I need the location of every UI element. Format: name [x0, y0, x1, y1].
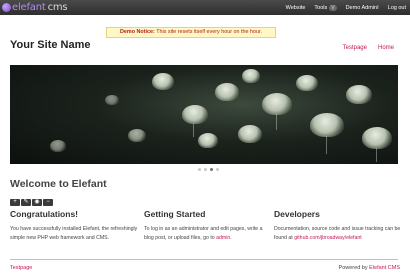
footer-link-testpage[interactable]: Testpage	[10, 265, 32, 271]
site-name[interactable]: Your Site Name	[10, 39, 91, 51]
main-nav: Testpage Home	[343, 45, 394, 51]
column-getting-started: Getting Started To log in as an administ…	[144, 209, 270, 242]
demo-notice-label: Demo Notice:	[120, 29, 155, 35]
logo-suffix: cms	[47, 2, 68, 13]
powered-by-label: Powered by	[338, 265, 368, 271]
footer-powered-by: Powered by Elefant CMS	[339, 265, 400, 271]
jellyfish-shape	[238, 125, 262, 143]
admin-nav: Website Tools V Demo AdminI Log out	[286, 4, 406, 11]
jellyfish-tentacle	[276, 114, 277, 130]
jellyfish-shape	[105, 95, 119, 105]
block-edit-toolbar: + ✎ ◉ −	[10, 199, 53, 206]
jellyfish-shape	[346, 85, 372, 104]
column-text: Documentation, source code and issue tra…	[274, 225, 402, 242]
hero-slider-image[interactable]	[10, 65, 398, 164]
plus-icon[interactable]: +	[10, 199, 20, 206]
column-text: To log in as an administrator and edit p…	[144, 225, 270, 242]
column-text: You have successfully installed Elefant,…	[10, 226, 138, 241]
column-title: Getting Started	[144, 209, 206, 219]
jellyfish-shape	[50, 140, 66, 152]
demo-notice: Demo Notice: This site resets itself eve…	[106, 27, 276, 38]
slider-dots	[198, 168, 219, 171]
admin-bar: elefant cms Website Tools V Demo AdminI Lo…	[0, 0, 410, 15]
column-congratulations: Congratulations! You have successfully i…	[10, 209, 140, 242]
slider-dot-active[interactable]	[210, 168, 213, 171]
column-text-end: .	[230, 234, 232, 241]
demo-notice-text: This site resets itself every hour on th…	[156, 29, 262, 35]
elefant-logo[interactable]: elefant cms	[2, 0, 68, 15]
jellyfish-tentacle	[376, 148, 377, 162]
nav-link-testpage[interactable]: Testpage	[343, 45, 367, 51]
jellyfish-shape	[296, 75, 318, 91]
elefant-cms-link[interactable]: Elefant CMS	[369, 265, 400, 271]
admin-link-website[interactable]: Website	[286, 5, 306, 11]
admin-user-name: Demo Admin	[345, 4, 378, 11]
column-text-body: To log in as an administrator and edit p…	[144, 226, 263, 241]
jellyfish-tentacle	[193, 123, 194, 137]
jellyfish-shape	[310, 113, 344, 137]
jellyfish-shape	[198, 133, 218, 148]
logo-text: elefant	[12, 2, 46, 13]
nav-link-home[interactable]: Home	[378, 45, 394, 51]
column-title: Congratulations!	[10, 209, 78, 219]
tools-badge: V	[329, 4, 337, 11]
jellyfish-shape	[362, 127, 392, 149]
jellyfish-photo-icon	[152, 73, 174, 90]
admin-user-suffix: I	[377, 4, 379, 11]
admin-link-tools[interactable]: Tools V	[314, 4, 337, 11]
jellyfish-tentacle	[326, 136, 327, 154]
slider-dot[interactable]	[198, 168, 201, 171]
jellyfish-shape	[182, 105, 208, 124]
admin-link-tools-label: Tools	[314, 4, 328, 11]
github-link[interactable]: github.com/jbroadway/elefant	[294, 235, 361, 241]
footer-divider	[10, 259, 398, 260]
eye-icon[interactable]: ◉	[32, 199, 42, 206]
jellyfish-shape	[215, 83, 239, 101]
column-title: Developers	[274, 209, 320, 219]
jellyfish-shape	[242, 69, 260, 83]
pencil-icon[interactable]: ✎	[21, 199, 31, 206]
page-title: Welcome to Elefant	[10, 178, 107, 190]
column-developers: Developers Documentation, source code an…	[274, 209, 402, 242]
slider-dot[interactable]	[216, 168, 219, 171]
elefant-logo-icon	[2, 3, 11, 12]
jellyfish-shape	[262, 93, 292, 115]
admin-link-logout[interactable]: Log out	[388, 5, 406, 11]
admin-link[interactable]: admin	[216, 235, 230, 241]
minus-icon[interactable]: −	[43, 199, 53, 206]
slider-dot[interactable]	[204, 168, 207, 171]
jellyfish-shape	[128, 129, 146, 142]
admin-link-user[interactable]: Demo AdminI	[346, 5, 379, 11]
